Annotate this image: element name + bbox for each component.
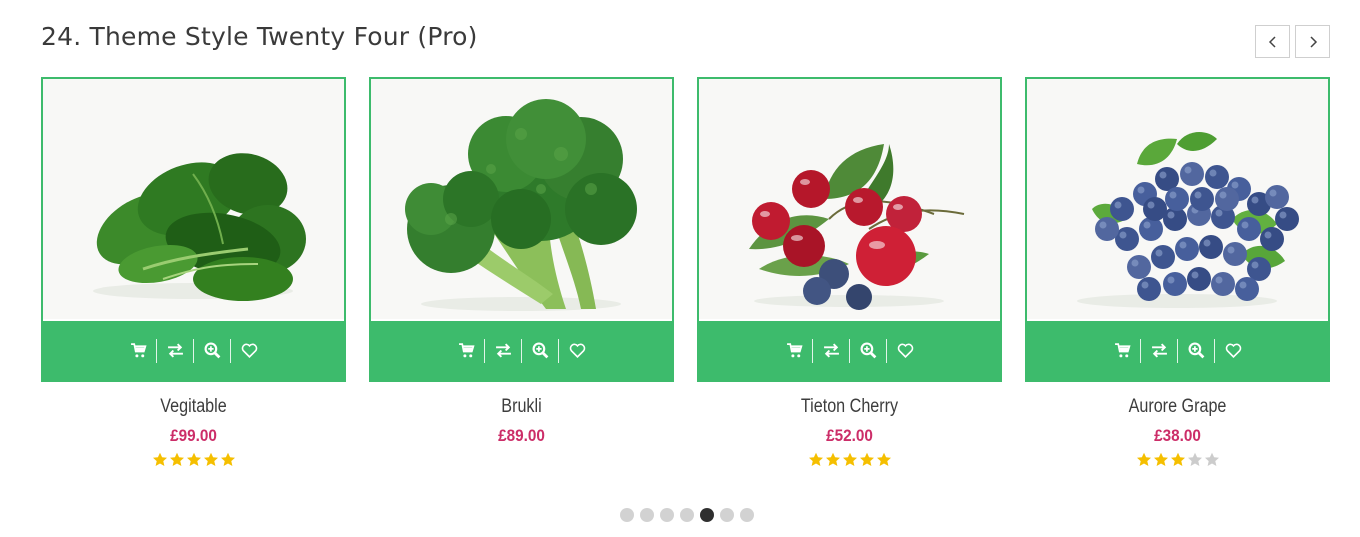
- product-rating: [369, 452, 674, 470]
- product-action-bar: [371, 319, 672, 380]
- star-empty-icon: [1204, 452, 1219, 466]
- star-filled-icon: [1136, 452, 1151, 466]
- carousel-prev-button[interactable]: [1255, 25, 1290, 58]
- chevron-right-icon: [1309, 35, 1317, 48]
- section-title: 24. Theme Style Twenty Four (Pro): [41, 22, 478, 51]
- product-image-cherries: [749, 144, 965, 310]
- cart-icon: [1114, 343, 1131, 358]
- zoom-icon: [532, 342, 548, 359]
- quick-view-button[interactable]: [850, 339, 886, 363]
- cart-icon: [458, 343, 475, 358]
- product-action-bar: [1027, 319, 1328, 380]
- star-filled-icon: [876, 452, 891, 466]
- chevron-left-icon: [1268, 35, 1276, 48]
- product-card: Aurore Grape £38.00: [1025, 77, 1330, 470]
- compare-button[interactable]: [813, 339, 849, 363]
- carousel-dot[interactable]: [640, 508, 654, 522]
- star-filled-icon: [1170, 452, 1185, 466]
- heart-icon: [569, 343, 585, 359]
- carousel-dot[interactable]: [700, 508, 714, 522]
- quick-view-button[interactable]: [194, 339, 230, 363]
- product-price: £52.00: [826, 426, 873, 445]
- product-image-blueberries: [1077, 132, 1299, 308]
- compare-icon: [167, 343, 183, 358]
- product-card: Vegitable £99.00: [41, 77, 346, 470]
- product-image-broccoli: [405, 99, 637, 311]
- product-image-spinach: [93, 153, 306, 301]
- carousel-dot[interactable]: [720, 508, 734, 522]
- product-rating: [697, 452, 1002, 470]
- star-filled-icon: [859, 452, 874, 466]
- product-card: Tieton Cherry £52.00: [697, 77, 1002, 470]
- product-image-frame[interactable]: [41, 77, 346, 382]
- cart-icon: [786, 343, 803, 358]
- zoom-icon: [204, 342, 220, 359]
- star-filled-icon: [203, 452, 218, 466]
- product-image-frame[interactable]: [697, 77, 1002, 382]
- product-price: £89.00: [498, 426, 545, 445]
- carousel-next-button[interactable]: [1295, 25, 1330, 58]
- product-rating: [1025, 452, 1330, 470]
- product-price: £99.00: [170, 426, 217, 445]
- star-filled-icon: [152, 452, 167, 466]
- wishlist-button[interactable]: [887, 339, 923, 363]
- blueberry-cluster: [1095, 162, 1299, 301]
- compare-icon: [495, 343, 511, 358]
- star-filled-icon: [825, 452, 840, 466]
- heart-icon: [897, 343, 913, 359]
- wishlist-button[interactable]: [1215, 339, 1251, 363]
- carousel-dot[interactable]: [740, 508, 754, 522]
- product-name[interactable]: Brukli: [392, 396, 651, 418]
- compare-button[interactable]: [1141, 339, 1177, 363]
- product-action-bar: [699, 319, 1000, 380]
- product-rating: [41, 452, 346, 470]
- carousel-pagination: [0, 508, 1360, 522]
- add-to-cart-button[interactable]: [776, 339, 812, 363]
- compare-icon: [1151, 343, 1167, 358]
- product-image-frame[interactable]: [1025, 77, 1330, 382]
- carousel-dot[interactable]: [680, 508, 694, 522]
- zoom-icon: [1188, 342, 1204, 359]
- compare-button[interactable]: [485, 339, 521, 363]
- heart-icon: [1225, 343, 1241, 359]
- star-filled-icon: [169, 452, 184, 466]
- compare-icon: [823, 343, 839, 358]
- product-name[interactable]: Vegitable: [64, 396, 323, 418]
- add-to-cart-button[interactable]: [120, 339, 156, 363]
- heart-icon: [241, 343, 257, 359]
- product-name[interactable]: Tieton Cherry: [720, 396, 979, 418]
- wishlist-button[interactable]: [559, 339, 595, 363]
- star-filled-icon: [220, 452, 235, 466]
- quick-view-button[interactable]: [1178, 339, 1214, 363]
- carousel-dot[interactable]: [660, 508, 674, 522]
- add-to-cart-button[interactable]: [448, 339, 484, 363]
- product-action-bar: [43, 319, 344, 380]
- zoom-icon: [860, 342, 876, 359]
- quick-view-button[interactable]: [522, 339, 558, 363]
- star-empty-icon: [1187, 452, 1202, 466]
- star-filled-icon: [186, 452, 201, 466]
- product-name[interactable]: Aurore Grape: [1048, 396, 1307, 418]
- product-card: Brukli £89.00: [369, 77, 674, 470]
- star-filled-icon: [1153, 452, 1168, 466]
- carousel-dot[interactable]: [620, 508, 634, 522]
- cart-icon: [130, 343, 147, 358]
- star-filled-icon: [842, 452, 857, 466]
- star-filled-icon: [808, 452, 823, 466]
- product-price: £38.00: [1154, 426, 1201, 445]
- product-image-frame[interactable]: [369, 77, 674, 382]
- compare-button[interactable]: [157, 339, 193, 363]
- wishlist-button[interactable]: [231, 339, 267, 363]
- add-to-cart-button[interactable]: [1104, 339, 1140, 363]
